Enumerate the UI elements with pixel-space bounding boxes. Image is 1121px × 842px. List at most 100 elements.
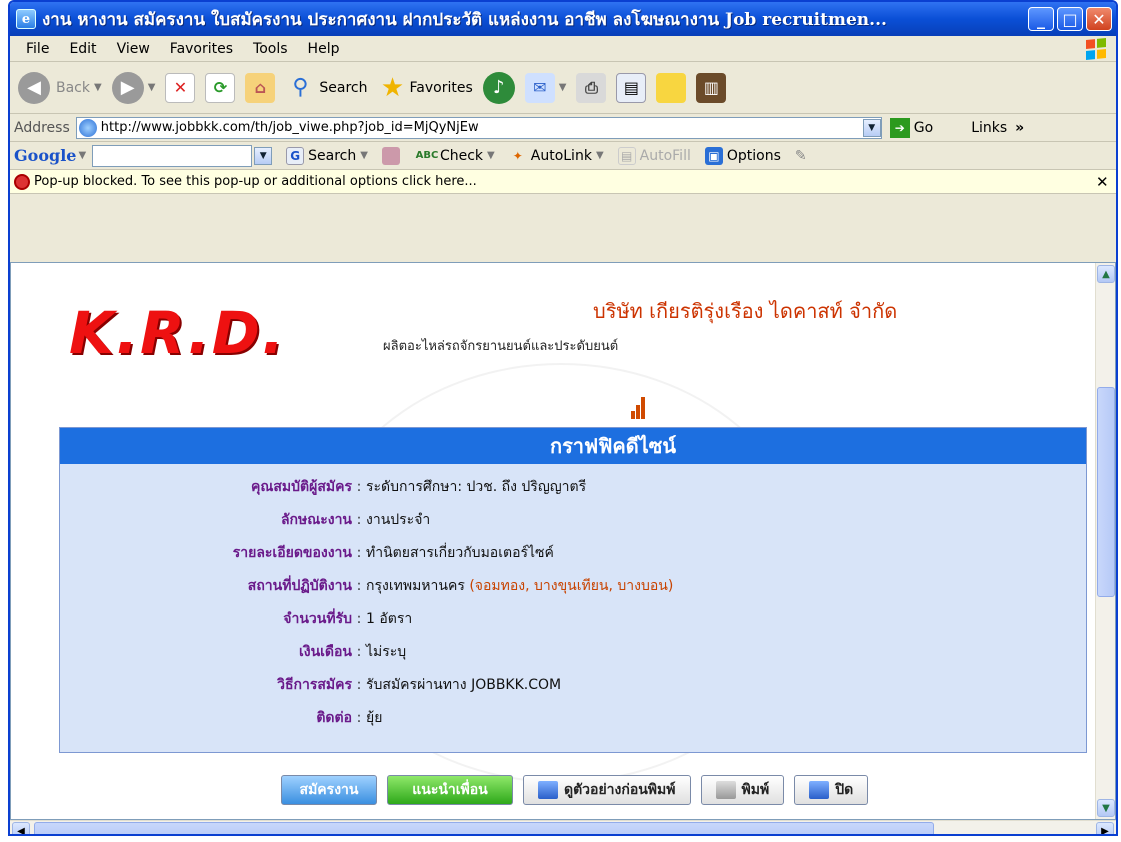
google-g-icon: G — [286, 146, 305, 165]
chevron-right-icon[interactable]: » — [1015, 120, 1024, 136]
edit-button[interactable]: ▤ — [616, 72, 647, 103]
company-description: ผลิตอะไหล่รถจักรยานยนต์และประดับยนต์ — [383, 339, 619, 354]
mail-icon: ✉ — [524, 72, 555, 103]
scroll-left-icon[interactable]: ◀ — [12, 822, 30, 834]
pagerank-button[interactable] — [381, 146, 404, 165]
detail-value: 1 อัตรา — [366, 610, 413, 627]
autofill-button[interactable]: ▤ AutoFill — [617, 146, 691, 165]
job-title: กราฟฟิคดีไซน์ — [60, 428, 1086, 464]
forward-arrow-icon: ▶ — [111, 71, 144, 104]
vertical-scroll-thumb[interactable] — [1097, 387, 1115, 597]
scroll-down-icon[interactable]: ▼ — [1097, 799, 1115, 817]
row-qualification: คุณสมบัติผู้สมัคร : ระดับการศึกษา: ปวช. … — [60, 470, 1086, 503]
forward-dropdown-icon[interactable]: ▼ — [148, 82, 156, 93]
row-location: สถานที่ปฏิบัติงาน : กรุงเทพมหานคร (จอมทอ… — [60, 569, 1086, 602]
popup-blocked-bar[interactable]: Pop-up blocked. To see this pop-up or ad… — [10, 170, 1116, 194]
search-icon: ⚲ — [292, 75, 309, 100]
forward-button[interactable]: ▶ ▼ — [111, 71, 156, 104]
detail-value: กรุงเทพมหานคร (จอมทอง, บางขุนเทียน, บางบ… — [366, 577, 674, 594]
menu-bar: File Edit View Favorites Tools Help — [10, 36, 1116, 62]
note-icon — [656, 72, 687, 103]
go-button[interactable]: ➔ Go — [889, 117, 933, 138]
spell-check-button[interactable]: ABC Check ▼ — [416, 147, 495, 165]
google-search-input[interactable] — [92, 144, 253, 167]
minimize-button[interactable]: _ — [1028, 7, 1054, 31]
windows-logo-icon — [1082, 35, 1110, 62]
menu-favorites[interactable]: Favorites — [160, 41, 243, 57]
browser-window: e งาน หางาน สมัครงาน ใบสมัครงาน ประกาศงา… — [8, 0, 1118, 836]
back-button[interactable]: ◀ Back ▼ — [18, 71, 102, 104]
detail-value: ยุ้ย — [366, 709, 383, 726]
address-dropdown-button[interactable]: ▼ — [862, 118, 881, 137]
google-logo[interactable]: Google — [14, 146, 76, 165]
stop-icon: ✕ — [165, 72, 196, 103]
pencil-icon[interactable]: ✎ — [795, 148, 807, 164]
menu-edit[interactable]: Edit — [59, 41, 106, 57]
address-url[interactable]: http://www.jobbkk.com/th/job_viwe.php?jo… — [101, 120, 863, 135]
autolink-icon: ✦ — [512, 148, 523, 163]
detail-label: เงินเดือน — [298, 643, 352, 660]
horizontal-scrollbar[interactable]: ◀ ▶ — [10, 820, 1116, 834]
close-page-button[interactable]: ปิด — [794, 775, 869, 805]
edit-page-icon: ▤ — [616, 72, 647, 103]
scroll-right-icon[interactable]: ▶ — [1096, 822, 1114, 834]
detail-label: วิธีการสมัคร — [277, 676, 352, 693]
discuss-button[interactable] — [656, 72, 687, 103]
detail-value: ไม่ระบุ — [366, 643, 407, 660]
popup-message[interactable]: Pop-up blocked. To see this pop-up or ad… — [34, 174, 1096, 189]
action-buttons: สมัครงาน แนะนำเพื่อน ดูตัวอย่างก่อนพิมพ์… — [281, 775, 869, 805]
recommend-friend-button[interactable]: แนะนำเพื่อน — [387, 775, 513, 805]
research-icon: ▥ — [696, 72, 727, 103]
popup-close-icon[interactable]: ✕ — [1096, 173, 1116, 191]
printer-icon — [715, 781, 736, 799]
back-dropdown-icon[interactable]: ▼ — [94, 82, 102, 93]
pagerank-icon — [381, 146, 400, 165]
detail-value: รับสมัครผ่านทาง JOBBKK.COM — [366, 676, 562, 693]
close-window-button[interactable]: ✕ — [1086, 7, 1112, 31]
apply-button[interactable]: สมัครงาน — [281, 775, 377, 805]
print-preview-button[interactable]: ดูตัวอย่างก่อนพิมพ์ — [523, 775, 691, 805]
search-button[interactable]: ⚲ Search — [285, 73, 367, 103]
horizontal-scroll-thumb[interactable] — [34, 822, 934, 834]
company-name: บริษัท เกียรติรุ่งเรือง ไดคาสท์ จำกัด — [593, 299, 898, 323]
refresh-icon: ⟳ — [205, 72, 236, 103]
stop-button[interactable]: ✕ — [165, 72, 196, 103]
google-search-button[interactable]: G Search ▼ — [286, 146, 368, 165]
favorites-button[interactable]: ★ Favorites — [378, 73, 473, 103]
detail-value: ทำนิตยสารเกี่ยวกับมอเตอร์ไซค์ — [366, 544, 554, 561]
ie-icon: e — [16, 9, 36, 29]
research-button[interactable]: ▥ — [696, 72, 727, 103]
options-button[interactable]: ▣ Options — [704, 146, 781, 165]
mail-button[interactable]: ✉ ▼ — [524, 72, 566, 103]
print-button[interactable]: ⎙ — [576, 72, 607, 103]
address-input[interactable]: http://www.jobbkk.com/th/job_viwe.php?jo… — [75, 116, 882, 139]
detail-label: รายละเอียดของงาน — [232, 544, 352, 561]
detail-label: ลักษณะงาน — [280, 511, 352, 528]
menu-file[interactable]: File — [16, 41, 59, 57]
media-icon: ♪ — [482, 71, 515, 104]
detail-value: งานประจำ — [366, 511, 431, 528]
detail-label: จำนวนที่รับ — [283, 610, 352, 627]
home-button[interactable]: ⌂ — [245, 72, 276, 103]
address-label: Address — [14, 119, 70, 136]
menu-tools[interactable]: Tools — [243, 41, 298, 57]
media-button[interactable]: ♪ — [482, 71, 515, 104]
company-logo: K.R.D. — [69, 299, 286, 367]
job-details-box: กราฟฟิคดีไซน์ คุณสมบัติผู้สมัคร : ระดับก… — [59, 427, 1087, 753]
title-bar: e งาน หางาน สมัครงาน ใบสมัครงาน ประกาศงา… — [10, 2, 1116, 36]
printer-icon: ⎙ — [576, 72, 607, 103]
refresh-button[interactable]: ⟳ — [205, 72, 236, 103]
links-button[interactable]: Links — [971, 120, 1007, 136]
vertical-scrollbar[interactable]: ▲ ▼ — [1095, 263, 1115, 819]
autolink-button[interactable]: ✦ AutoLink ▼ — [509, 147, 604, 165]
google-search-dropdown[interactable]: ▼ — [254, 146, 273, 165]
options-icon: ▣ — [704, 146, 723, 165]
row-salary: เงินเดือน : ไม่ระบุ — [60, 635, 1086, 668]
row-apply-method: วิธีการสมัคร : รับสมัครผ่านทาง JOBBKK.CO… — [60, 668, 1086, 701]
print-page-button[interactable]: พิมพ์ — [700, 775, 785, 805]
location-districts: (จอมทอง, บางขุนเทียน, บางบอน) — [469, 577, 674, 594]
scroll-up-icon[interactable]: ▲ — [1097, 265, 1115, 283]
menu-view[interactable]: View — [107, 41, 160, 57]
menu-help[interactable]: Help — [298, 41, 350, 57]
maximize-button[interactable]: □ — [1057, 7, 1083, 31]
